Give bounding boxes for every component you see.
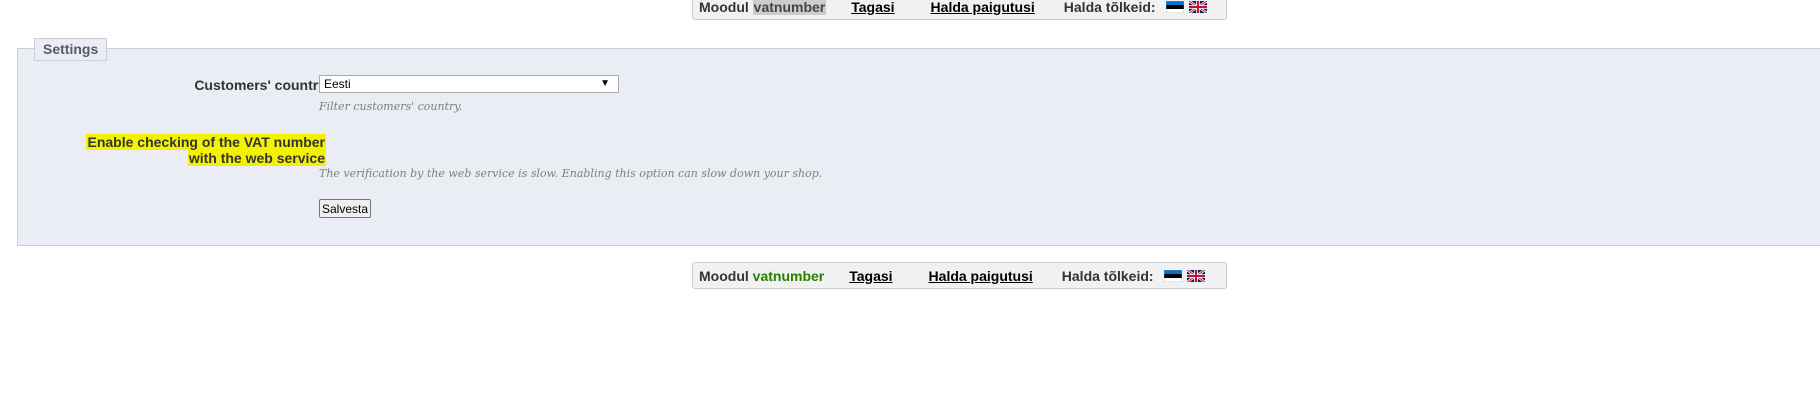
estonia-flag-icon[interactable] bbox=[1163, 269, 1182, 282]
module-toolbar-top: Moodul vatnumber Tagasi Halda paigutusi … bbox=[692, 0, 1227, 20]
settings-panel: Settings Customers' country Eesti ▼ Filt… bbox=[17, 38, 1820, 246]
manage-translations-label: Halda tõlkeid: bbox=[1061, 267, 1154, 284]
module-name: vatnumber bbox=[752, 267, 825, 284]
module-name: vatnumber bbox=[752, 0, 827, 15]
save-button[interactable]: Salvesta bbox=[319, 199, 372, 218]
module-toolbar-bottom: Moodul vatnumber Tagasi Halda paigutusi … bbox=[692, 262, 1227, 289]
uk-flag-icon[interactable] bbox=[1186, 269, 1205, 282]
customers-country-select[interactable]: Eesti ▼ bbox=[319, 75, 619, 93]
back-link[interactable]: Tagasi bbox=[851, 0, 894, 15]
vat-check-label-line2: with the web service bbox=[187, 150, 326, 166]
uk-flag-icon[interactable] bbox=[1188, 0, 1207, 13]
module-label: Moodul vatnumber bbox=[699, 267, 825, 284]
settings-legend: Settings bbox=[34, 38, 108, 61]
manage-positions-link[interactable]: Halda paigutusi bbox=[931, 0, 1035, 15]
customers-country-label: Customers' country bbox=[194, 77, 326, 93]
dropdown-arrow-icon: ▼ bbox=[600, 78, 610, 89]
estonia-flag-icon[interactable] bbox=[1165, 0, 1184, 13]
customers-country-value: Eesti bbox=[324, 77, 351, 91]
manage-positions-link[interactable]: Halda paigutusi bbox=[929, 268, 1033, 284]
module-label: Moodul vatnumber bbox=[699, 0, 827, 15]
vat-check-label-line1: Enable checking of the VAT number bbox=[86, 134, 326, 150]
manage-translations-label: Halda tõlkeid: bbox=[1063, 0, 1156, 15]
customers-country-hint: Filter customers' country. bbox=[319, 100, 463, 113]
vat-check-label: Enable checking of the VAT number with t… bbox=[86, 134, 326, 166]
back-link[interactable]: Tagasi bbox=[849, 268, 892, 284]
vat-check-hint: The verification by the web service is s… bbox=[319, 167, 823, 180]
